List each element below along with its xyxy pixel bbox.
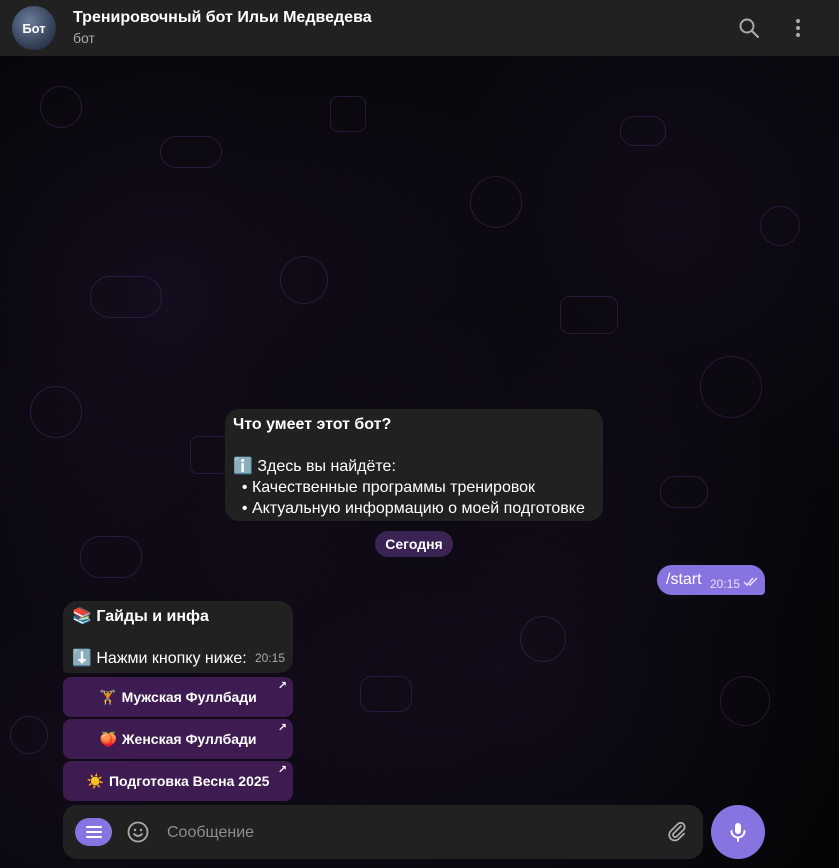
message-input[interactable] — [165, 819, 649, 847]
date-separator: Сегодня — [375, 531, 453, 557]
peach-icon: 🍑 — [99, 730, 117, 747]
emoji-icon[interactable] — [126, 820, 150, 844]
bot-avatar[interactable]: Бот — [12, 6, 56, 50]
bot-description-title: Что умеет этот бот? — [233, 416, 392, 433]
bot-menu-button[interactable] — [75, 818, 112, 846]
chat-title-block[interactable]: Тренировочный бот Ильи Медведева бот — [73, 9, 372, 46]
external-link-icon: ↗ — [277, 722, 287, 734]
microphone-icon — [730, 823, 746, 842]
message-time: 20:15 — [710, 577, 741, 591]
more-vertical-icon[interactable] — [786, 16, 810, 40]
bot-description-message: Что умеет этот бот? ℹ️ Здесь вы найдёте:… — [225, 409, 603, 521]
sun-icon: ☀️ — [86, 772, 104, 789]
inline-button-male-fullbody[interactable]: 🏋️ Мужская Фуллбади ↗ — [63, 677, 293, 717]
search-icon[interactable] — [737, 16, 761, 40]
inline-button-female-fullbody[interactable]: 🍑 Женская Фуллбади ↗ — [63, 719, 293, 759]
double-check-icon — [743, 577, 758, 587]
chat-subtitle: бот — [73, 30, 95, 46]
message-composer — [63, 805, 703, 859]
chat-title: Тренировочный бот Ильи Медведева — [73, 9, 372, 26]
bot-description-item: • Качественные программы тренировок — [233, 479, 536, 496]
inline-button-label: Подготовка Весна 2025 — [108, 773, 270, 789]
avatar-label: Бот — [22, 20, 46, 36]
chat-header: Бот Тренировочный бот Ильи Медведева бот — [0, 0, 839, 56]
inline-button-label: Женская Фуллбади — [121, 731, 257, 747]
bot-description-item: • Актуальную информацию о моей подготовк… — [233, 500, 585, 517]
outgoing-message-text: /start — [666, 571, 702, 588]
paperclip-icon[interactable] — [665, 820, 689, 844]
microphone-button[interactable] — [711, 805, 765, 859]
incoming-message-title: 📚 Гайды и инфа — [72, 608, 209, 625]
message-time: 20:15 — [254, 651, 285, 665]
menu-icon — [85, 826, 102, 838]
inline-button-label: Мужская Фуллбади — [121, 689, 257, 705]
inline-button-spring-2025[interactable]: ☀️ Подготовка Весна 2025 ↗ — [63, 761, 293, 801]
incoming-message[interactable]: 📚 Гайды и инфа ⬇️ Нажми кнопку ниже: 20:… — [63, 601, 293, 673]
incoming-message-prompt: ⬇️ Нажми кнопку ниже: — [72, 650, 247, 667]
incoming-message-blank — [72, 627, 284, 648]
bot-description-blank — [233, 435, 595, 456]
bot-description-intro: ℹ️ Здесь вы найдёте: — [233, 458, 396, 475]
external-link-icon: ↗ — [277, 680, 287, 692]
external-link-icon: ↗ — [277, 764, 287, 776]
outgoing-message[interactable]: /start 20:15 — [657, 565, 765, 595]
dumbbell-icon: 🏋️ — [99, 688, 117, 705]
